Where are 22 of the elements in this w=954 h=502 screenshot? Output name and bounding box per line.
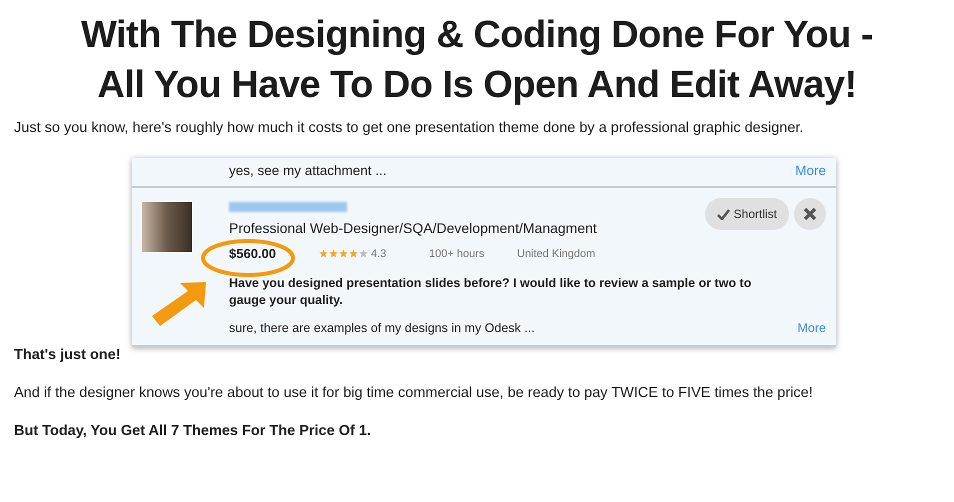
close-icon [803, 207, 817, 221]
arrow-icon [150, 280, 208, 328]
rating: 4.3 [371, 248, 388, 260]
headline: All You Have To Do Is Open And Edit Away! [97, 63, 857, 108]
body-text: And if the designer knows you're about to use it for big time commercial use, be ready to pay TWICE to FIVE times the price! [14, 385, 814, 401]
body-text: That's just one! [14, 347, 122, 363]
shortlist-button[interactable]: Shortlist [704, 198, 789, 230]
intro-text: Just so you know, here's roughly how much it costs to get one presentation theme done by a professional graphic designer. [14, 120, 804, 136]
location: United Kingdom [517, 248, 596, 260]
headline: With The Designing & Coding Done For You - [80, 13, 874, 58]
more-link[interactable]: More [795, 163, 826, 178]
close-button[interactable] [794, 198, 826, 230]
body-text: But Today, You Get All 7 Themes For The Price Of 1. [14, 423, 372, 439]
hours: 100+ hours [429, 248, 486, 260]
answer-text: sure, there are examples of my designs in my Odesk ... [229, 321, 535, 335]
more-link[interactable]: More [798, 321, 826, 335]
check-icon [716, 208, 730, 220]
applicant-title: Professional Web-Designer/SQA/Development/Managment [229, 220, 598, 236]
reply-text: yes, see my attachment ... [229, 163, 387, 178]
price: $560.00 [229, 246, 277, 261]
question-text: Have you designed presentation slides before? I would like to review a sample or two to gauge your quality. [229, 275, 752, 309]
photo-placeholder [142, 202, 192, 252]
